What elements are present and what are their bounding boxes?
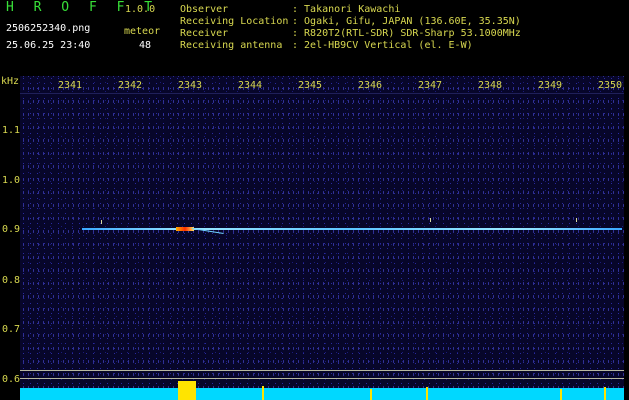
spectrogram-plot <box>20 76 624 400</box>
echo-spark <box>576 218 577 222</box>
echo-spark <box>430 218 431 222</box>
y-tick-label: 1.1 <box>2 125 21 136</box>
y-unit-label: kHz <box>1 76 20 87</box>
x-tick-label: 2348 <box>478 80 503 91</box>
x-tick-label: 2342 <box>118 80 143 91</box>
y-axis-strip <box>0 93 20 400</box>
x-tick-label: 2350 <box>598 80 623 91</box>
carrier-signal-trace <box>82 228 622 230</box>
app-version: 1.0.0 <box>125 4 156 15</box>
info-observer-label: Observer <box>180 4 229 15</box>
y-tick-label: 0.9 <box>2 224 21 235</box>
threshold-line-upper <box>20 370 624 371</box>
x-tick-label: 2347 <box>418 80 443 91</box>
info-receiver-label: Receiver <box>180 28 229 39</box>
signal-level-spike <box>370 389 372 400</box>
signal-level-spike <box>262 386 264 400</box>
x-tick-label: 2344 <box>238 80 263 91</box>
info-observer-value: : Takanori Kawachi <box>292 4 401 15</box>
header-panel: H R O F F T 1.0.0 2506252340.png 25.06.2… <box>0 0 629 72</box>
y-tick-label: 1.0 <box>2 175 21 186</box>
echo-spark <box>101 220 102 224</box>
info-antenna-label: Receiving antenna <box>180 40 283 51</box>
x-tick-label: 2345 <box>298 80 323 91</box>
signal-level-spike <box>604 387 606 400</box>
info-antenna-value: : 2el-HB9CV Vertical (el. E-W) <box>292 40 473 51</box>
x-tick-label: 2341 <box>58 80 83 91</box>
info-location-value: : Ogaki, Gifu, JAPAN (136.60E, 35.35N) <box>292 16 521 27</box>
info-receiver-value: : R820T2(RTL-SDR) SDR-Sharp 53.1000MHz <box>292 28 521 39</box>
y-tick-label: 0.7 <box>2 324 21 335</box>
threshold-line-lower <box>20 378 624 379</box>
x-tick-label: 2346 <box>358 80 383 91</box>
plot-top-border <box>20 93 624 94</box>
y-tick-label: 0.8 <box>2 275 21 286</box>
file-name: 2506252340.png <box>6 23 91 34</box>
meteor-count: 48 <box>139 40 152 51</box>
y-tick-label: 0.6 <box>2 374 21 385</box>
meteor-label: meteor <box>124 26 161 37</box>
x-tick-label: 2343 <box>178 80 203 91</box>
x-tick-label: 2349 <box>538 80 563 91</box>
signal-level-spike <box>426 387 428 400</box>
info-location-label: Receiving Location <box>180 16 289 27</box>
signal-level-peak <box>178 381 196 400</box>
signal-level-spike <box>560 389 562 400</box>
signal-level-meter <box>20 388 624 400</box>
date-time: 25.06.25 23:40 <box>6 40 91 51</box>
